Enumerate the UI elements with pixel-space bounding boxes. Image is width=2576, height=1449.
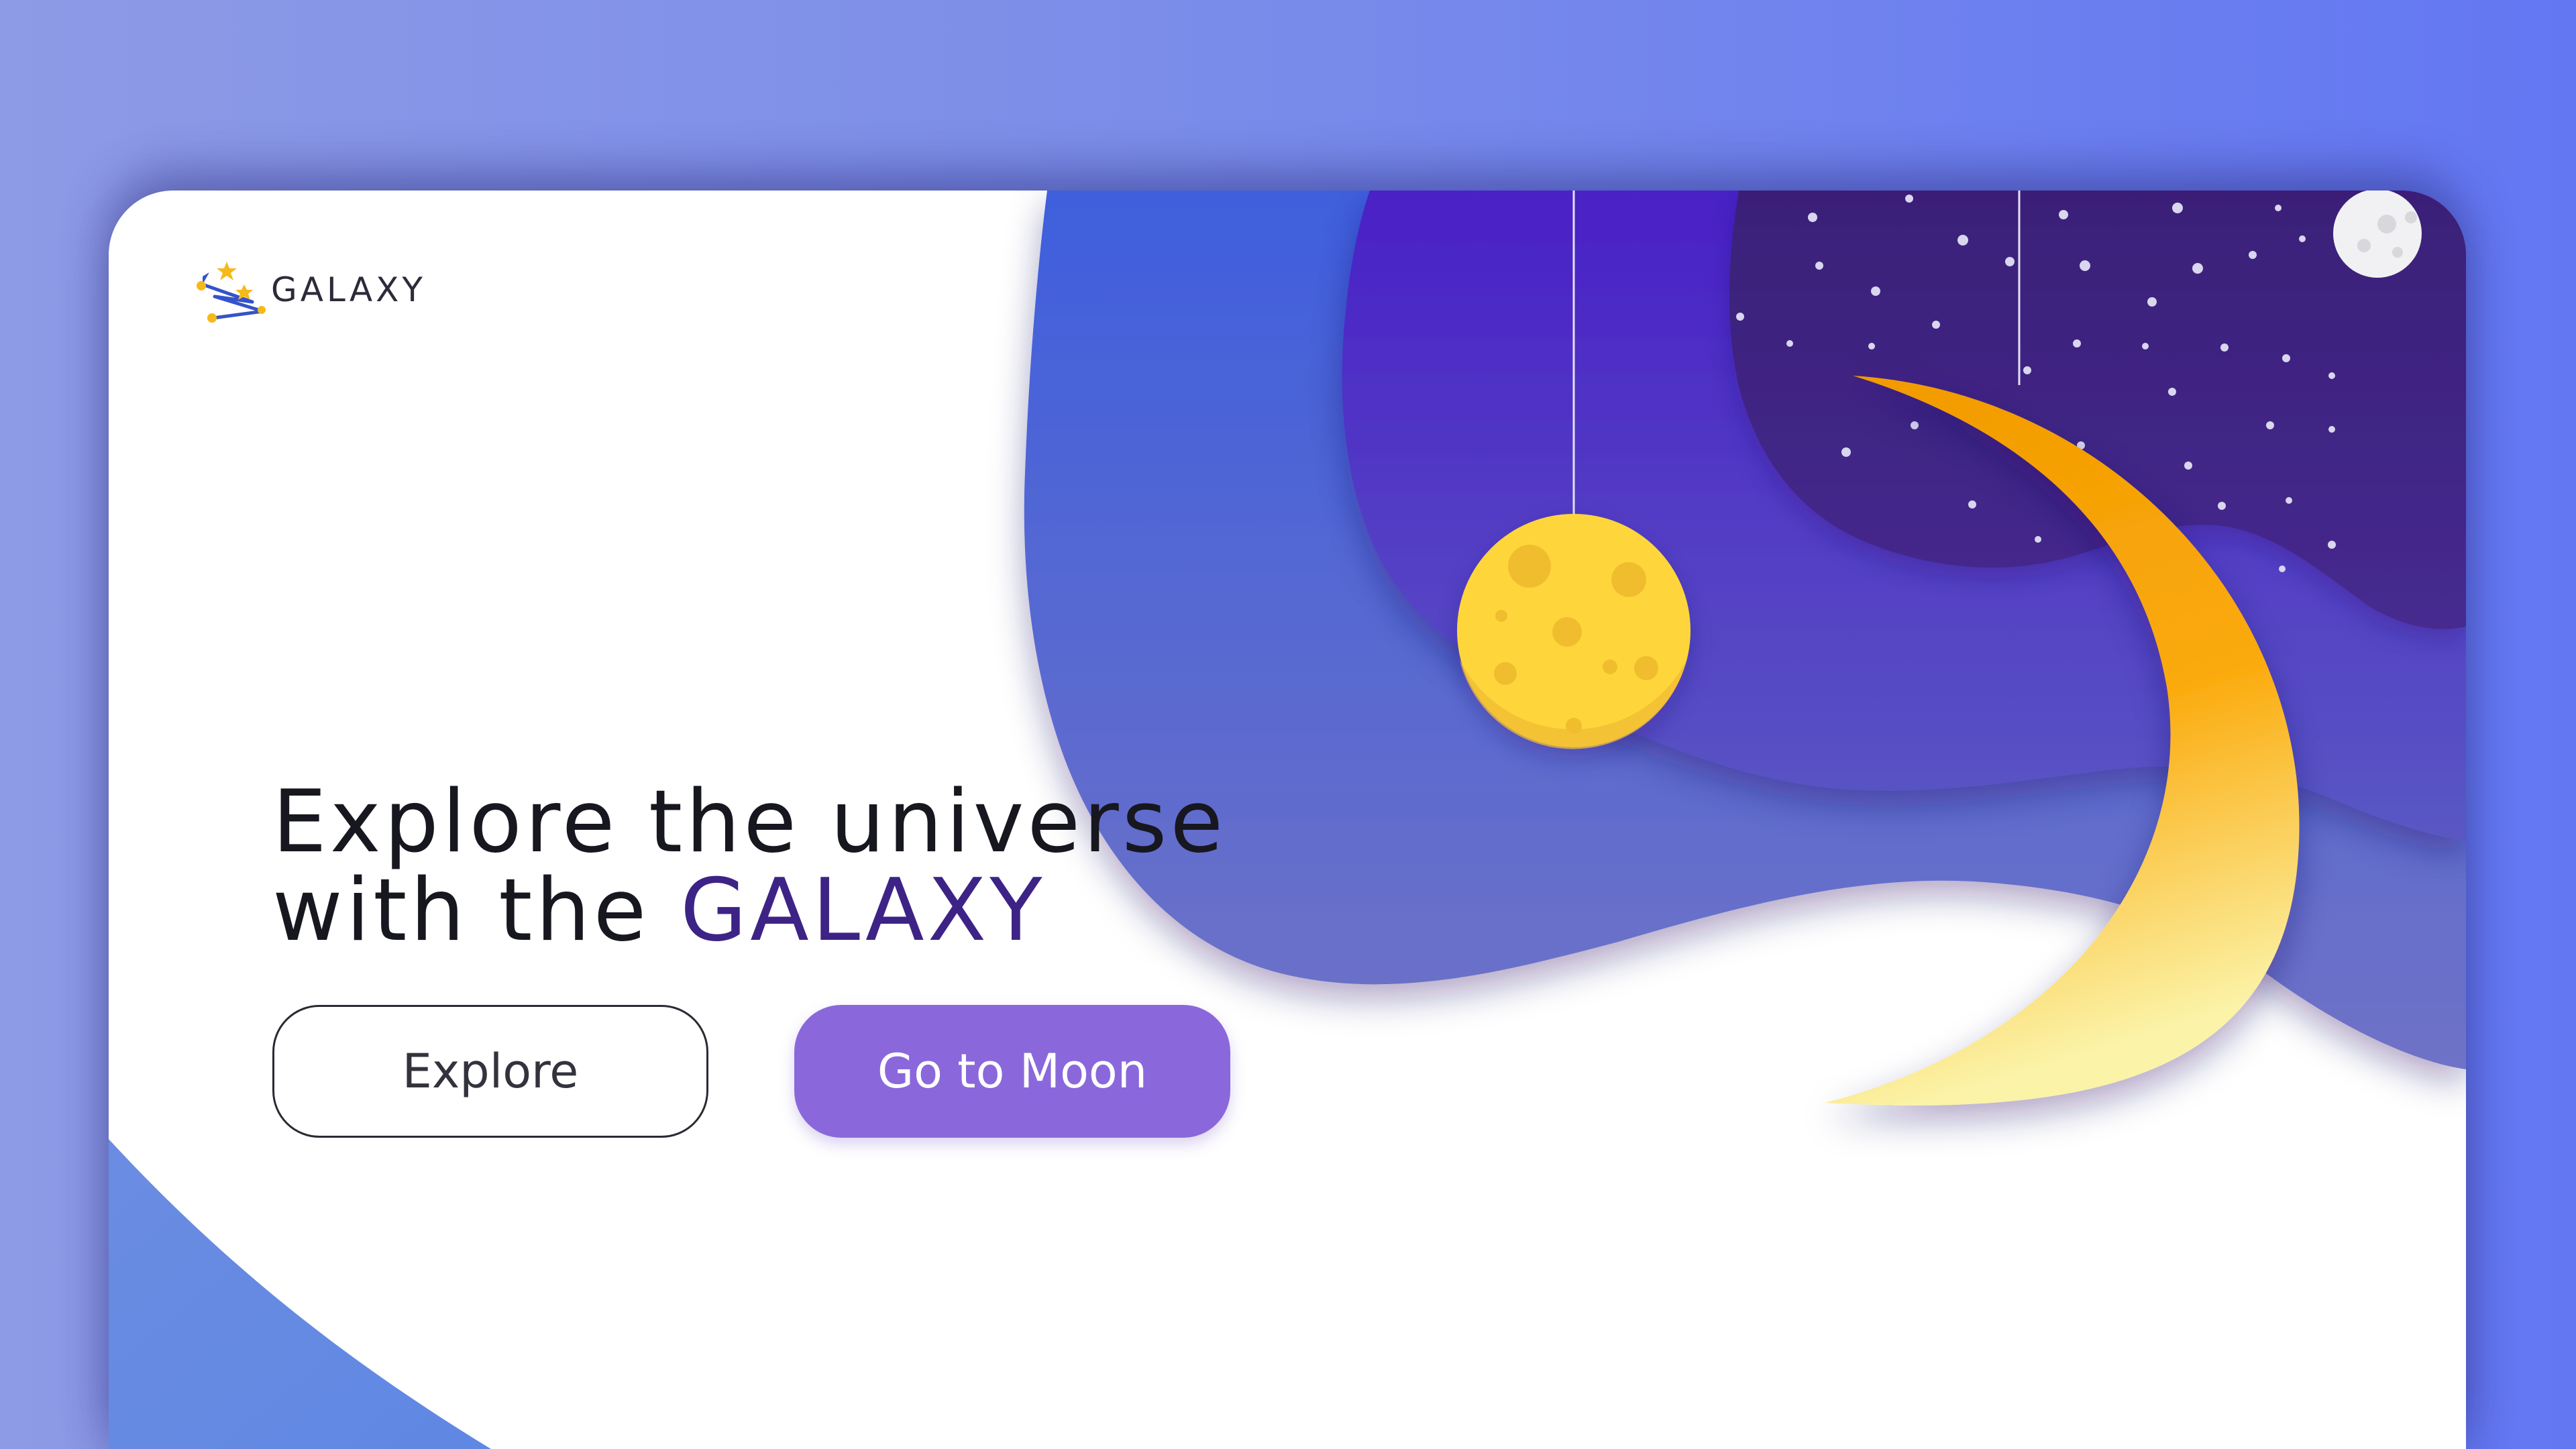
brand-logo[interactable]: GALAXY — [193, 256, 426, 323]
brand-name: GALAXY — [271, 270, 426, 309]
headline-line-1: Explore the universe — [272, 772, 1227, 872]
grey-moon-icon — [2333, 191, 2422, 278]
headline-line-2-prefix: with the — [272, 861, 680, 961]
headline-brand: GALAXY — [680, 861, 1046, 961]
hero-headline: Explore the universe with the GALAXY — [272, 778, 1226, 955]
constellation-stars-icon — [197, 262, 266, 323]
go-to-moon-button[interactable]: Go to Moon — [794, 1005, 1230, 1138]
yellow-planet-icon — [1457, 514, 1690, 749]
landing-card: GALAXY Explore the universe with the GALA… — [109, 191, 2466, 1449]
explore-button[interactable]: Explore — [272, 1005, 708, 1138]
corner-wave — [109, 1139, 491, 1449]
